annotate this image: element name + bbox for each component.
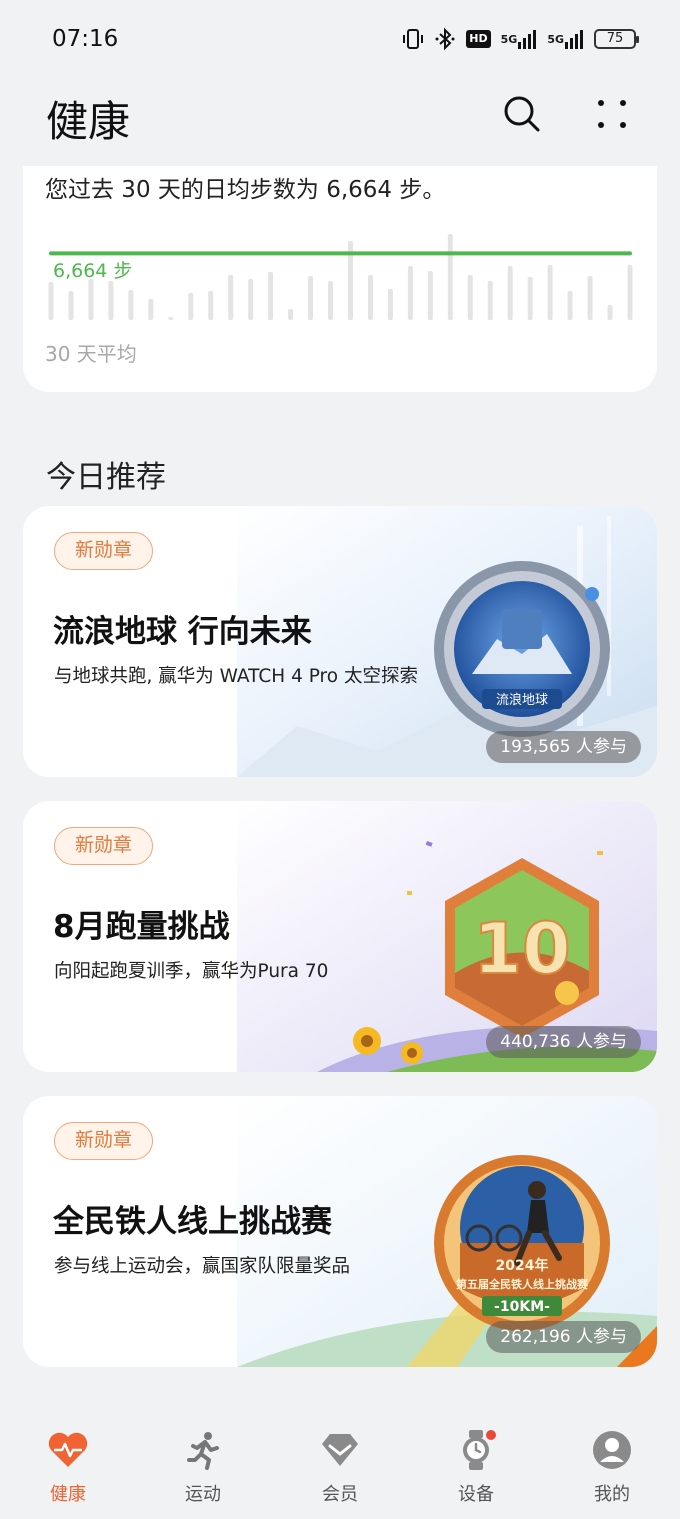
nav-item-devices[interactable]: 设备 — [426, 1428, 526, 1508]
step-bar — [248, 279, 254, 320]
signal-5g-icon-2: 5G — [547, 27, 584, 51]
medal-distance: -10KM- — [494, 1299, 550, 1315]
participants-count: 440,736 人参与 — [486, 1026, 641, 1058]
step-bar — [467, 275, 473, 320]
page-title: 健康 — [46, 97, 131, 146]
search-icon — [504, 96, 540, 132]
step-bar — [387, 289, 393, 320]
nav-item-me[interactable]: 我的 — [562, 1428, 662, 1508]
heart-pulse-icon — [48, 1432, 88, 1467]
step-bar — [68, 291, 74, 320]
vibrate-icon — [402, 27, 424, 51]
promo-subtitle: 参与线上运动会，赢国家队限量奖品 — [54, 1256, 351, 1277]
nav-label: 我的 — [594, 1484, 630, 1505]
nav-label: 运动 — [185, 1484, 221, 1505]
status-icons: HD 5G 5G 75 — [402, 26, 639, 52]
hd-voice-icon: HD — [466, 30, 491, 48]
promo-subtitle: 与地球共跑, 赢华为 WATCH 4 Pro 太空探索 — [54, 666, 418, 687]
status-time: 07:16 — [52, 26, 119, 52]
promo-title: 全民铁人线上挑战赛 — [53, 1204, 332, 1240]
step-bar — [48, 282, 54, 320]
more-options-button[interactable] — [590, 92, 634, 136]
step-bar — [148, 299, 154, 320]
medal-10km-hexagon-icon: 10 — [445, 858, 599, 1038]
diamond-icon — [322, 1434, 358, 1466]
bluetooth-icon — [434, 27, 456, 51]
participants-count: 262,196 人参与 — [486, 1321, 641, 1353]
step-bar — [128, 290, 134, 320]
step-bar — [228, 275, 234, 320]
nav-label: 健康 — [50, 1484, 86, 1505]
nav-item-membership[interactable]: 会员 — [290, 1428, 390, 1508]
step-bar — [607, 305, 613, 320]
new-badge: 新勋章 — [54, 827, 154, 865]
notification-dot — [486, 1430, 496, 1440]
step-bar — [188, 293, 194, 320]
nav-item-exercise[interactable]: 运动 — [153, 1428, 253, 1508]
step-bar — [328, 281, 334, 320]
status-bar: 07:16 HD 5G 5G 75 — [0, 0, 680, 78]
medal-year: 2024年 — [496, 1257, 549, 1274]
running-person-icon — [187, 1432, 219, 1470]
step-bar — [627, 265, 633, 320]
step-bar — [587, 276, 593, 320]
average-caption: 30 天平均 — [45, 342, 137, 366]
promo-card-august-run[interactable]: 新勋章 8月跑量挑战 向阳起跑夏训季，赢华为Pura 70 10 440,736… — [23, 801, 657, 1072]
step-bar — [288, 309, 294, 320]
step-bar — [108, 281, 114, 320]
step-bar — [567, 291, 573, 320]
search-button[interactable] — [500, 92, 544, 136]
step-bar — [507, 266, 513, 320]
more-dots-icon — [598, 100, 626, 128]
participants-count: 193,565 人参与 — [486, 731, 641, 763]
step-bar — [208, 291, 214, 320]
step-bar — [88, 279, 94, 320]
step-bar — [447, 234, 453, 320]
nav-label: 设备 — [458, 1484, 494, 1505]
medal-text: 流浪地球 — [496, 693, 548, 708]
steps-card[interactable]: 您过去 30 天的日均步数为 6,664 步。 6,664 步 30 天平均 — [23, 166, 657, 392]
step-bar — [308, 276, 314, 320]
step-bar — [407, 266, 413, 320]
step-bar — [427, 271, 433, 320]
promo-subtitle: 向阳起跑夏训季，赢华为Pura 70 — [54, 961, 329, 982]
medal-text: 10 — [473, 908, 570, 990]
step-bar — [547, 265, 553, 320]
new-badge: 新勋章 — [54, 1122, 154, 1160]
medal-wandering-earth-icon: 流浪地球 — [434, 561, 610, 737]
steps-summary: 您过去 30 天的日均步数为 6,664 步。 — [45, 177, 446, 203]
promo-card-wandering-earth[interactable]: 新勋章 流浪地球 行向未来 与地球共跑, 赢华为 WATCH 4 Pro 太空探… — [23, 506, 657, 777]
promo-title: 8月跑量挑战 — [53, 909, 230, 945]
promo-card-ironman[interactable]: 新勋章 全民铁人线上挑战赛 参与线上运动会，赢国家队限量奖品 2024年 第五届… — [23, 1096, 657, 1367]
app-header: 健康 — [0, 78, 680, 166]
medal-ironman-10km-icon: 2024年 第五届全民铁人线上挑战赛 -10KM- — [434, 1155, 610, 1331]
person-avatar-icon — [593, 1431, 631, 1469]
signal-5g-icon: 5G — [501, 27, 538, 51]
promo-title: 流浪地球 行向未来 — [53, 614, 312, 650]
section-title-recommend: 今日推荐 — [46, 460, 166, 495]
bottom-navigation: 健康 运动 会员 设备 我的 — [0, 1410, 680, 1519]
step-bar — [487, 281, 493, 320]
step-bar — [168, 317, 174, 320]
medal-text: 第五届全民铁人线上挑战赛 — [456, 1277, 589, 1291]
step-bar — [367, 275, 373, 320]
step-bar — [268, 272, 274, 320]
step-bar — [527, 277, 533, 320]
battery-icon: 75 — [594, 29, 639, 49]
average-steps-label: 6,664 步 — [53, 260, 133, 282]
nav-label: 会员 — [322, 1484, 358, 1505]
new-badge: 新勋章 — [54, 532, 154, 570]
nav-item-health[interactable]: 健康 — [18, 1428, 118, 1508]
